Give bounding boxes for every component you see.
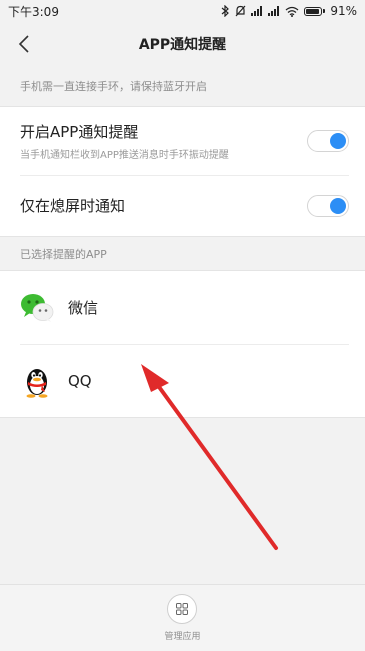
battery-icon	[304, 6, 326, 16]
qq-icon	[20, 364, 54, 398]
setting-title: 开启APP通知提醒	[20, 123, 139, 141]
battery-percent: 91%	[330, 4, 357, 18]
alarm-muted-icon	[235, 5, 246, 17]
setting-text: 开启APP通知提醒 当手机通知栏收到APP推送消息时手环振动提醒	[20, 121, 229, 161]
wifi-icon	[285, 6, 299, 17]
manage-apps-button[interactable]: 管理应用	[164, 594, 201, 642]
enable-notification-toggle[interactable]	[307, 130, 349, 152]
title-bar: APP通知提醒	[0, 22, 365, 66]
signal-icon-2	[268, 6, 280, 16]
toggle-knob	[330, 197, 346, 214]
app-name: QQ	[68, 371, 92, 390]
grid-icon	[167, 594, 198, 624]
setting-subtitle: 当手机通知栏收到APP推送消息时手环振动提醒	[20, 150, 229, 161]
settings-card: 开启APP通知提醒 当手机通知栏收到APP推送消息时手环振动提醒 仅在熄屏时通知	[0, 106, 365, 237]
bottom-bar: 管理应用	[0, 584, 365, 651]
app-row-wechat[interactable]: 微信	[0, 271, 365, 344]
app-notification-screen: 下午3:09 91% APP通知提醒 手机需一直连接手环，请保持蓝牙开启 开启A…	[0, 0, 365, 651]
screen-off-only-toggle[interactable]	[307, 194, 349, 217]
manage-apps-label: 管理应用	[164, 632, 201, 642]
setting-text: 仅在熄屏时通知	[20, 195, 125, 216]
status-time: 下午3:09	[8, 4, 59, 19]
selected-apps-list: 微信 QQ	[0, 270, 365, 418]
status-bar: 下午3:09 91%	[0, 0, 365, 22]
setting-row-enable-notification: 开启APP通知提醒 当手机通知栏收到APP推送消息时手环振动提醒	[0, 107, 365, 175]
selected-apps-label: 已选择提醒的APP	[0, 237, 365, 270]
back-button[interactable]	[10, 30, 38, 58]
toggle-knob	[330, 133, 346, 149]
back-arrow-icon	[18, 35, 29, 53]
bluetooth-icon	[221, 5, 230, 17]
setting-row-screen-off-only: 仅在熄屏时通知	[0, 175, 365, 236]
signal-icon	[251, 6, 263, 16]
app-name: 微信	[68, 299, 99, 317]
app-row-qq[interactable]: QQ	[0, 344, 365, 417]
bluetooth-hint: 手机需一直连接手环，请保持蓝牙开启	[0, 66, 365, 106]
page-title: APP通知提醒	[138, 37, 227, 53]
status-icons: 91%	[221, 4, 357, 18]
setting-title: 仅在熄屏时通知	[20, 197, 126, 215]
wechat-icon	[20, 291, 54, 325]
